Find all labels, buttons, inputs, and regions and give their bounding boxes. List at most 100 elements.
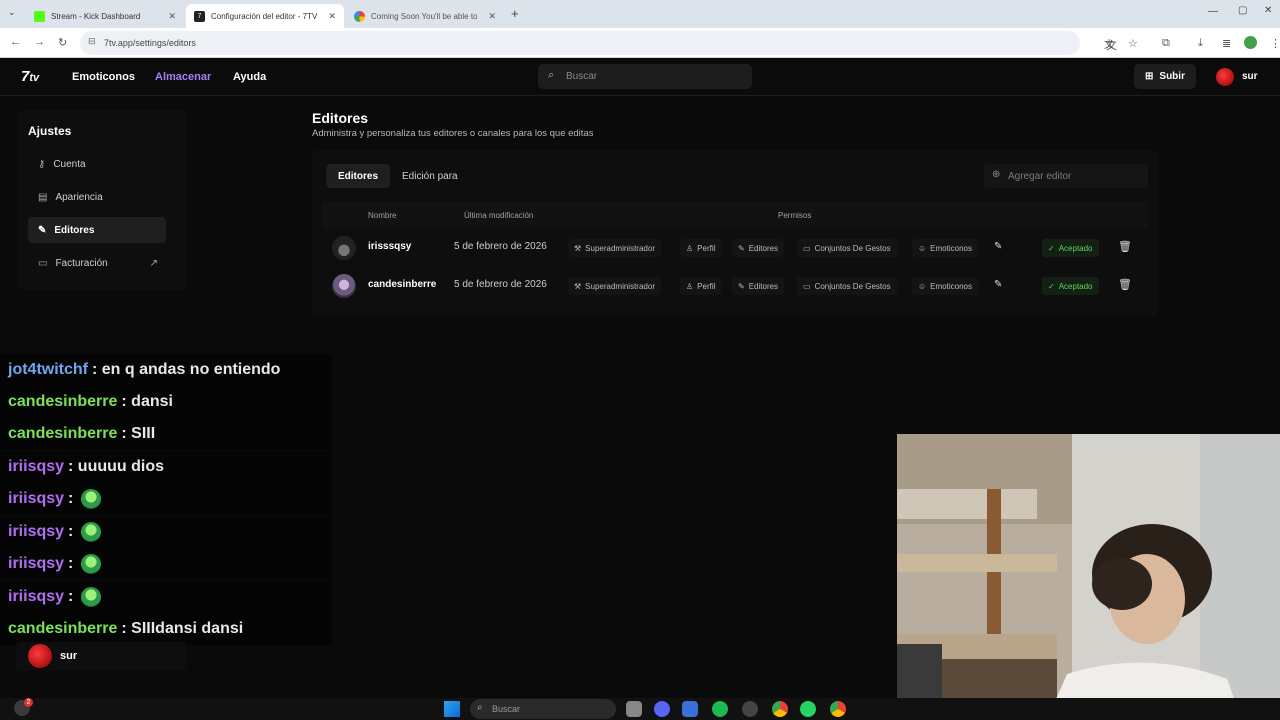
close-tab-icon[interactable]: ✕ [328,11,336,22]
download-icon[interactable]: ⤓ [1198,37,1203,50]
sidebar-item-appearance[interactable]: ▤ Apariencia [28,184,166,210]
editor-name: candesinberre [368,279,437,290]
taskbar-search-input[interactable]: ⌕ Buscar [470,699,616,719]
permission-superadmin[interactable]: ⚒ Superadministrador [568,277,661,295]
chat-message: iriisqsy : [0,483,332,515]
tab-list-dropdown-icon[interactable]: ⌄ [8,7,16,18]
upload-button[interactable]: ⊞ Subir [1134,64,1196,89]
permission-label: Conjuntos De Gestos [814,243,891,253]
search-input[interactable]: ⌕ Buscar [538,64,752,89]
tab-title: Coming Soon You'll be able to [371,11,478,21]
smile-icon: ☺ [918,281,927,291]
permission-profile[interactable]: ♙ Perfil [680,239,722,257]
permission-editors[interactable]: ✎ Editores [732,277,785,295]
permission-emotes[interactable]: ☺ Emoticonos [912,277,978,295]
7tv-icon: 7 [194,10,205,22]
chat-message: candesinberre : dansi [0,386,332,418]
permission-emotes[interactable]: ☺ Emoticonos [912,239,978,257]
chrome-icon[interactable] [772,701,788,717]
page-subtitle: Administra y personaliza tus editores o … [312,128,594,139]
external-link-icon: ↗ [149,257,158,269]
username-label[interactable]: sur [1242,71,1258,82]
table-row: candesinberre 5 de febrero de 2026 ⚒ Supe… [322,268,1148,304]
sidebar-item-billing[interactable]: ▭ Facturación ↗ [28,250,166,276]
close-tab-icon[interactable]: ✕ [168,11,176,22]
browser-tab-bar: ⌄ Stream - Kick Dashboard ✕ 7 Configurac… [0,0,1280,28]
folder-icon: ▭ [803,243,811,253]
user-icon: ♙ [686,281,694,291]
new-tab-icon[interactable]: + [511,6,519,21]
delete-icon[interactable]: 🗑 [1118,240,1132,253]
browser-tab-kick[interactable]: Stream - Kick Dashboard ✕ [26,4,184,28]
close-window-icon[interactable]: ✕ [1264,5,1272,16]
check-icon: ✓ [1048,243,1055,253]
avatar [332,274,356,298]
chat-message: iriisqsy : [0,581,332,613]
address-bar: ← → ↻ ⊟ 7tv.app/settings/editors 文 文 ☆ ⧉… [0,28,1280,58]
bookmark-star-icon[interactable]: ☆ [1128,37,1138,50]
edit-permissions-icon[interactable]: ✎ [994,241,1002,252]
chat-username: candesinberre [8,425,118,442]
url-field[interactable]: ⊟ 7tv.app/settings/editors 文 [80,31,1114,55]
store-icon[interactable] [682,701,698,717]
footer-username: sur [60,650,78,662]
obs-icon[interactable] [742,701,758,717]
user-avatar[interactable] [1216,68,1234,86]
emote-icon [81,522,102,542]
permission-profile[interactable]: ♙ Perfil [680,277,722,295]
edit-permissions-icon[interactable]: ✎ [994,279,1002,290]
sidebar-title: Ajustes [28,124,72,138]
translate-page-icon[interactable]: 文 [1106,37,1117,53]
chat-message: candesinberre : SIII [0,418,332,450]
maximize-icon[interactable]: ▢ [1238,5,1247,16]
add-editor-input[interactable]: ⊕ Agregar editor [984,164,1148,188]
permission-label: Perfil [697,281,716,291]
extensions-icon[interactable]: ⧉ [1162,37,1170,50]
permission-label: Superadministrador [585,243,655,253]
permission-emote-sets[interactable]: ▭ Conjuntos De Gestos [797,239,897,257]
chat-message: iriisqsy : [0,548,332,580]
browser-menu-icon[interactable]: ⋮ [1270,37,1280,50]
browser-tab-google[interactable]: Coming Soon You'll be able to ✕ [346,4,504,28]
tab-editors[interactable]: Editores [326,164,391,188]
task-view-icon[interactable] [626,701,642,717]
delete-icon[interactable]: 🗑 [1118,278,1132,291]
back-icon[interactable]: ← [10,36,21,48]
permission-emote-sets[interactable]: ▭ Conjuntos De Gestos [797,277,897,295]
table-header: Nombre Última modificación Permisos [322,202,1148,228]
close-tab-icon[interactable]: ✕ [488,11,496,22]
nav-help[interactable]: Ayuda [233,71,266,83]
add-user-icon: ⊕ [992,169,1001,180]
windows-start-icon[interactable] [444,701,460,717]
sidebar-user-tile[interactable]: sur [16,642,186,670]
permission-superadmin[interactable]: ⚒ Superadministrador [568,239,661,257]
permission-editors[interactable]: ✎ Editores [732,239,785,257]
editor-date: 5 de febrero de 2026 [454,279,547,290]
browser-tab-7tv[interactable]: 7 Configuración del editor - 7TV ✕ [186,4,344,28]
chrome-profile-icon[interactable] [830,701,846,717]
7tv-logo[interactable]: 7tv [21,68,39,85]
site-info-icon[interactable]: ⊟ [88,36,96,47]
reload-icon[interactable]: ↻ [58,36,67,49]
spotify-icon[interactable] [712,701,728,717]
reading-list-icon[interactable]: ≣ [1222,37,1231,50]
forward-icon[interactable]: → [34,36,45,48]
pencil-icon: ✎ [738,243,745,253]
status-badge: ✓ Aceptado [1042,277,1099,295]
discord-icon[interactable] [654,701,670,717]
user-icon: ♙ [686,243,694,253]
nav-emotes[interactable]: Emoticonos [72,71,135,83]
sidebar-item-account[interactable]: ⚷ Cuenta [28,151,166,177]
chat-text: : dansi [121,393,173,410]
whatsapp-icon[interactable] [800,701,816,717]
sidebar-item-editors[interactable]: ✎ Editores [28,217,166,243]
nav-store[interactable]: Almacenar [155,71,211,83]
chat-username: iriisqsy [8,490,65,507]
tab-editing-for[interactable]: Edición para [390,164,470,188]
minimize-icon[interactable]: — [1208,6,1218,17]
chat-text: : SIIIdansi dansi [121,620,244,637]
page-title: Editores [312,110,369,126]
permission-label: Emoticonos [930,281,972,291]
profile-avatar[interactable] [1244,36,1257,49]
app-header: 7tv Emoticonos Almacenar Ayuda ⌕ Buscar … [0,58,1280,96]
